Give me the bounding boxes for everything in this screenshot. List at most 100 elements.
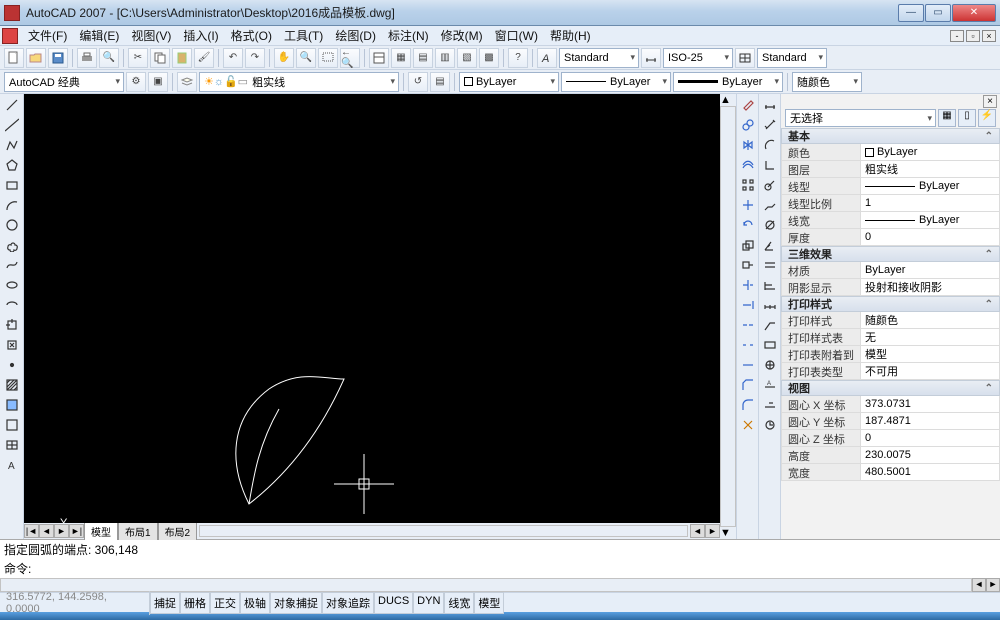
lineweight-combo[interactable]: ByLayer [673,72,783,92]
plot-preview-icon[interactable]: 🔍 [99,48,119,68]
color-combo[interactable]: ByLayer [459,72,559,92]
section-plot[interactable]: 打印样式⌃ [781,296,1000,312]
myworkspace-icon[interactable]: ▣ [148,72,168,92]
section-view[interactable]: 视图⌃ [781,380,1000,396]
properties-icon[interactable] [369,48,389,68]
section-3d[interactable]: 三维效果⌃ [781,246,1000,262]
layer-prev-icon[interactable]: ↺ [408,72,428,92]
break-icon[interactable] [738,336,758,354]
mtext-icon[interactable]: A [2,456,22,474]
dim-angular-icon[interactable] [760,236,780,254]
dim-baseline-icon[interactable] [760,276,780,294]
scroll-right-icon[interactable]: ► [705,524,720,538]
tab-model[interactable]: 模型 [84,522,118,540]
point-icon[interactable] [2,356,22,374]
pan-icon[interactable]: ✋ [274,48,294,68]
copy-obj-icon[interactable] [738,116,758,134]
polygon-icon[interactable] [2,156,22,174]
revcloud-icon[interactable] [2,236,22,254]
minimize-button[interactable]: — [898,4,924,22]
prop-ptable-value[interactable]: 无 [861,329,1000,346]
prop-ltscale-value[interactable]: 1 [861,195,1000,212]
mdi-close[interactable]: × [982,30,996,42]
hatch-icon[interactable] [2,376,22,394]
tab-last-icon[interactable]: ►| [69,524,84,538]
spline-icon[interactable] [2,256,22,274]
ellipse-arc-icon[interactable] [2,296,22,314]
mdi-min[interactable]: - [950,30,964,42]
xline-icon[interactable] [2,116,22,134]
dim-center-icon[interactable] [760,356,780,374]
extend-icon[interactable] [738,296,758,314]
tab-prev-icon[interactable]: ◄ [39,524,54,538]
menu-dimension[interactable]: 标注(N) [382,26,435,45]
dim-aligned-icon[interactable] [760,116,780,134]
dim-linear-icon[interactable] [760,96,780,114]
cmd-scroll-right-icon[interactable]: ► [986,578,1000,592]
zoom-prev-icon[interactable]: ←🔍 [340,48,360,68]
prop-width-value[interactable]: 480.5001 [861,464,1000,481]
command-input[interactable] [31,560,996,577]
menu-insert[interactable]: 插入(I) [177,26,224,45]
cut-icon[interactable]: ✂ [128,48,148,68]
menu-format[interactable]: 格式(O) [225,26,278,45]
table-style-combo[interactable]: Standard [757,48,827,68]
plotstyle-combo[interactable]: 随颜色 [792,72,862,92]
join-icon[interactable] [738,356,758,374]
pline-icon[interactable] [2,136,22,154]
prop-ptype-value[interactable]: 不可用 [861,363,1000,380]
maximize-button[interactable]: ▭ [925,4,951,22]
offset-icon[interactable] [738,156,758,174]
linetype-combo[interactable]: ByLayer [561,72,671,92]
layer-combo[interactable]: ☀☼🔓▭ 粗实线 [199,72,399,92]
move-icon[interactable] [738,196,758,214]
dim-diameter-icon[interactable] [760,216,780,234]
arc-icon[interactable] [2,196,22,214]
chamfer-icon[interactable] [738,376,758,394]
scroll-left-icon[interactable]: ◄ [690,524,705,538]
sheet-set-icon[interactable]: ▥ [435,48,455,68]
erase-icon[interactable] [738,96,758,114]
tolerance-icon[interactable] [760,336,780,354]
mdi-icon[interactable] [2,28,18,44]
tab-next-icon[interactable]: ► [54,524,69,538]
menu-tools[interactable]: 工具(T) [278,26,329,45]
menu-edit[interactable]: 编辑(E) [73,26,125,45]
dim-continue-icon[interactable] [760,296,780,314]
textstyle-icon[interactable]: A [537,48,557,68]
toggle-pickadd-icon[interactable]: ▦ [938,109,956,127]
tablestyle-icon[interactable] [735,48,755,68]
copy-icon[interactable] [150,48,170,68]
rectangle-icon[interactable] [2,176,22,194]
tab-layout2[interactable]: 布局2 [158,522,198,540]
qdim-icon[interactable] [760,256,780,274]
mdi-restore[interactable]: ▫ [966,30,980,42]
menu-modify[interactable]: 修改(M) [435,26,489,45]
print-icon[interactable] [77,48,97,68]
qleader-icon[interactable] [760,316,780,334]
circle-icon[interactable] [2,216,22,234]
dim-tedit-icon[interactable] [760,396,780,414]
zoom-window-icon[interactable] [318,48,338,68]
tab-layout1[interactable]: 布局1 [118,522,158,540]
qnew-icon[interactable] [4,48,24,68]
prop-material-value[interactable]: ByLayer [861,262,1000,279]
prop-pattach-value[interactable]: 模型 [861,346,1000,363]
prop-cx-value[interactable]: 373.0731 [861,396,1000,413]
prop-thickness-value[interactable]: 0 [861,229,1000,246]
prop-color-value[interactable]: ByLayer [861,144,1000,161]
redo-icon[interactable]: ↷ [245,48,265,68]
prop-shadow-value[interactable]: 投射和接收阴影 [861,279,1000,296]
prop-ltype-value[interactable]: ByLayer [861,178,1000,195]
menu-window[interactable]: 窗口(W) [489,26,544,45]
prop-cz-value[interactable]: 0 [861,430,1000,447]
v-scrollbar[interactable]: ▲ ▼ [720,94,736,539]
cmd-scroll-left-icon[interactable]: ◄ [972,578,986,592]
scroll-down-icon[interactable]: ▼ [720,527,736,539]
dimstyle-icon[interactable] [641,48,661,68]
section-basic[interactable]: 基本⌃ [781,128,1000,144]
markup-icon[interactable]: ▧ [457,48,477,68]
save-icon[interactable] [48,48,68,68]
menu-file[interactable]: 文件(F) [22,26,73,45]
match-prop-icon[interactable]: 🖌 [194,48,214,68]
